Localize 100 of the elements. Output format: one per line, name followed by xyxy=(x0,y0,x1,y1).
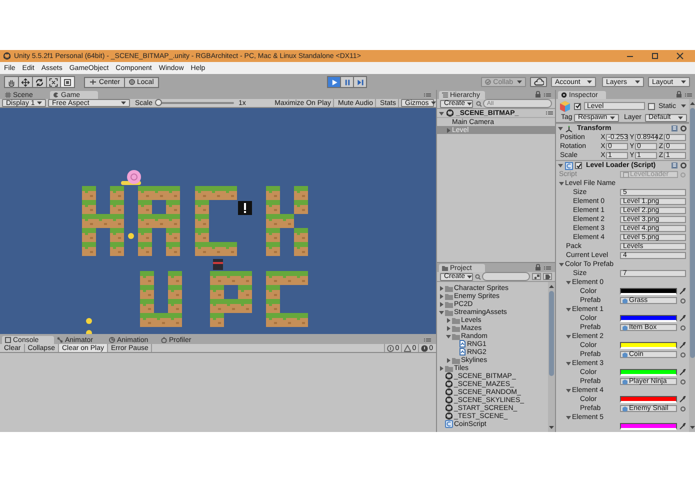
tool-button[interactable] xyxy=(18,76,33,88)
tool-button[interactable] xyxy=(32,76,47,88)
panel-menu-icon[interactable] xyxy=(546,111,553,115)
color-swatch[interactable] xyxy=(620,315,677,322)
color-swatch[interactable] xyxy=(620,396,677,403)
caret-icon xyxy=(517,80,522,84)
caret-icon xyxy=(121,101,126,105)
rotate-icon xyxy=(35,78,44,86)
script-icon xyxy=(623,172,629,178)
color-swatch[interactable] xyxy=(620,342,677,349)
book-icon[interactable] xyxy=(671,125,678,132)
expanded-arrow-icon[interactable] xyxy=(439,110,444,116)
expanded-arrow-icon[interactable] xyxy=(566,334,571,339)
color-swatch[interactable] xyxy=(620,288,677,295)
tool-button[interactable] xyxy=(46,76,61,88)
filter-type-button[interactable] xyxy=(532,273,541,280)
expanded-arrow-icon[interactable] xyxy=(446,334,451,338)
caret-icon xyxy=(587,80,592,84)
collapsed-arrow-icon[interactable] xyxy=(446,128,451,132)
tool-button[interactable] xyxy=(60,76,75,88)
play-icon xyxy=(330,78,338,86)
stopwatch-icon xyxy=(161,337,167,343)
object-picker-icon[interactable] xyxy=(680,324,686,330)
object-picker-icon[interactable] xyxy=(680,378,686,384)
enabled-checkbox[interactable] xyxy=(575,162,582,169)
play-control-button[interactable] xyxy=(353,76,367,88)
eyedropper-icon[interactable] xyxy=(679,369,686,376)
eyedropper-icon[interactable] xyxy=(679,315,686,322)
play-control-button[interactable] xyxy=(327,76,341,88)
eyedropper-icon[interactable] xyxy=(679,396,686,403)
expanded-arrow-icon[interactable] xyxy=(566,307,571,312)
eyedropper-icon[interactable] xyxy=(679,423,686,430)
expanded-arrow-icon[interactable] xyxy=(558,126,563,131)
book-icon[interactable] xyxy=(671,162,678,169)
caret-icon xyxy=(467,274,472,278)
color-swatch[interactable] xyxy=(620,369,677,376)
prefab-cube-icon xyxy=(622,298,628,304)
expanded-arrow-icon[interactable] xyxy=(559,262,564,267)
lock-icon[interactable] xyxy=(535,264,541,271)
scrollbar-thumb[interactable] xyxy=(549,291,554,376)
gear-icon[interactable] xyxy=(680,125,687,132)
collapsed-arrow-icon[interactable] xyxy=(446,358,451,362)
caret-icon xyxy=(610,116,615,120)
caret-icon xyxy=(467,102,472,106)
collapsed-arrow-icon[interactable] xyxy=(439,302,444,306)
gear-icon[interactable] xyxy=(680,162,687,169)
scroll-up-icon[interactable] xyxy=(549,284,554,289)
scroll-down-icon[interactable] xyxy=(690,425,695,430)
expanded-arrow-icon[interactable] xyxy=(566,280,571,285)
object-picker-icon[interactable] xyxy=(680,352,686,358)
tool-button[interactable] xyxy=(4,76,19,88)
object-picker-icon xyxy=(680,172,686,178)
close-icon[interactable] xyxy=(676,52,684,60)
panel-menu-icon[interactable] xyxy=(544,93,551,97)
scrollbar[interactable] xyxy=(548,282,555,432)
slider-thumb[interactable] xyxy=(154,99,162,106)
shapes-icon xyxy=(534,274,540,280)
unity-logo-icon xyxy=(446,109,454,117)
node-graph-icon xyxy=(57,337,63,343)
active-checkbox[interactable] xyxy=(574,102,581,110)
expanded-arrow-icon[interactable] xyxy=(566,415,571,420)
collapsed-arrow-icon[interactable] xyxy=(439,366,444,370)
collapsed-arrow-icon[interactable] xyxy=(439,294,444,298)
panel-menu-icon[interactable] xyxy=(685,93,692,97)
scrollbar-thumb[interactable] xyxy=(690,108,695,358)
collapsed-arrow-icon[interactable] xyxy=(446,326,451,330)
panel-menu-icon[interactable] xyxy=(544,266,551,270)
panel-menu-icon[interactable] xyxy=(424,338,431,342)
scroll-up-icon[interactable] xyxy=(690,101,695,106)
maximize-icon[interactable] xyxy=(651,52,659,60)
caret-icon xyxy=(635,80,640,84)
static-checkbox[interactable] xyxy=(648,102,656,110)
search-icon xyxy=(476,100,482,106)
search-field[interactable] xyxy=(482,272,530,281)
expanded-arrow-icon[interactable] xyxy=(558,163,563,168)
script-icon xyxy=(565,162,573,170)
expanded-arrow-icon[interactable] xyxy=(439,310,444,314)
list-icon xyxy=(442,92,448,98)
expanded-arrow-icon[interactable] xyxy=(559,181,564,186)
filter-label-button[interactable] xyxy=(543,273,552,280)
collapsed-arrow-icon[interactable] xyxy=(439,286,444,290)
cloud-button[interactable] xyxy=(530,77,547,87)
lock-icon[interactable] xyxy=(535,91,541,98)
color-swatch[interactable] xyxy=(620,423,677,430)
panel-menu-icon[interactable] xyxy=(424,93,431,97)
object-picker-icon[interactable] xyxy=(680,298,686,304)
console-icon xyxy=(5,337,11,343)
prefab-cube-icon xyxy=(622,378,628,384)
scroll-down-icon[interactable] xyxy=(549,425,554,430)
prefab-cube-icon xyxy=(622,324,628,330)
object-picker-icon[interactable] xyxy=(680,406,686,412)
check-icon xyxy=(574,103,580,109)
scrollbar[interactable] xyxy=(689,99,695,432)
eyedropper-icon[interactable] xyxy=(679,342,686,349)
collapsed-arrow-icon[interactable] xyxy=(446,318,451,322)
expanded-arrow-icon[interactable] xyxy=(566,388,571,393)
lock-icon[interactable] xyxy=(676,91,682,98)
expanded-arrow-icon[interactable] xyxy=(566,361,571,366)
play-control-button[interactable] xyxy=(340,76,354,88)
eyedropper-icon[interactable] xyxy=(679,288,686,295)
